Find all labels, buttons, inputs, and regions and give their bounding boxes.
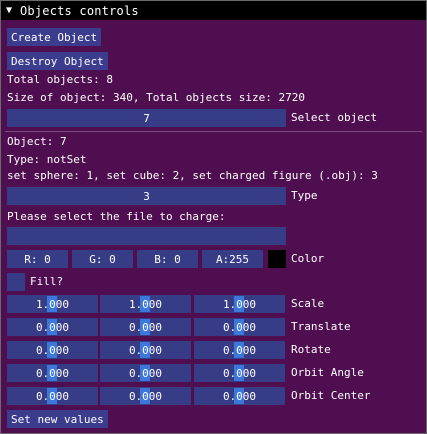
slider-translate-x[interactable]: 0.000 [7,318,98,336]
objects-controls-window: ▼ Objects controls Create Object Destroy… [0,0,427,434]
section-separator [5,131,422,132]
window-title: Objects controls [20,3,139,18]
slider-value: 0.000 [128,366,163,380]
slider-value: 1.000 [222,297,257,311]
row-label: Scale [291,297,325,310]
color-label: Color [291,252,325,265]
color-b-input[interactable]: B: 0 [137,250,198,268]
slider-value: 0.000 [35,320,70,334]
type-help-text: set sphere: 1, set cube: 2, set charged … [7,169,378,182]
slider-value: 0.000 [128,320,163,334]
slider-scale-x[interactable]: 1.000 [7,295,98,313]
row-label: Orbit Center [291,389,371,402]
slider-value: 0.000 [35,366,70,380]
destroy-object-button[interactable]: Destroy Object [7,52,108,70]
slider-value: 0.000 [222,389,257,403]
slider-scale-z[interactable]: 1.000 [194,295,285,313]
file-path-input[interactable] [7,227,286,245]
slider-value: 0.000 [35,389,70,403]
slider-orbit-angle-y[interactable]: 0.000 [100,364,191,382]
select-object-input[interactable]: 7 [7,109,286,127]
slider-value: 1.000 [35,297,70,311]
color-swatch[interactable] [268,250,286,268]
slider-rotate-z[interactable]: 0.000 [194,341,285,359]
row-label: Rotate [291,343,331,356]
color-r-input[interactable]: R: 0 [7,250,68,268]
object-name-text: Object: 7 [7,135,67,148]
file-prompt-text: Please select the file to charge: [7,210,226,223]
slider-rotate-y[interactable]: 0.000 [100,341,191,359]
slider-orbit-angle-x[interactable]: 0.000 [7,364,98,382]
slider-value: 0.000 [128,343,163,357]
slider-value: 0.000 [35,343,70,357]
slider-orbit-center-z[interactable]: 0.000 [194,387,285,405]
slider-rotate-x[interactable]: 0.000 [7,341,98,359]
total-objects-text: Total objects: 8 [7,73,113,86]
row-label: Translate [291,320,351,333]
select-object-label: Select object [291,111,378,124]
slider-value: 1.000 [128,297,163,311]
fill-checkbox[interactable] [7,273,25,291]
fill-label: Fill? [30,275,64,288]
slider-scale-y[interactable]: 1.000 [100,295,191,313]
color-g-input[interactable]: G: 0 [72,250,133,268]
slider-orbit-angle-z[interactable]: 0.000 [194,364,285,382]
slider-orbit-center-y[interactable]: 0.000 [100,387,191,405]
set-new-values-button[interactable]: Set new values [7,410,108,428]
color-a-input[interactable]: A:255 [202,250,263,268]
slider-value: 0.000 [128,389,163,403]
object-size-text: Size of object: 340, Total objects size:… [7,91,306,104]
window-titlebar[interactable]: ▼ Objects controls [1,1,426,20]
create-object-button[interactable]: Create Object [7,28,102,46]
slider-orbit-center-x[interactable]: 0.000 [7,387,98,405]
slider-value: 0.000 [222,366,257,380]
collapse-arrow-icon[interactable]: ▼ [6,5,14,16]
slider-value: 0.000 [222,343,257,357]
slider-translate-z[interactable]: 0.000 [194,318,285,336]
type-label: Type [291,189,318,202]
row-label: Orbit Angle [291,366,364,379]
slider-translate-y[interactable]: 0.000 [100,318,191,336]
object-type-text: Type: notSet [7,153,87,166]
type-input[interactable]: 3 [7,187,286,205]
slider-value: 0.000 [222,320,257,334]
